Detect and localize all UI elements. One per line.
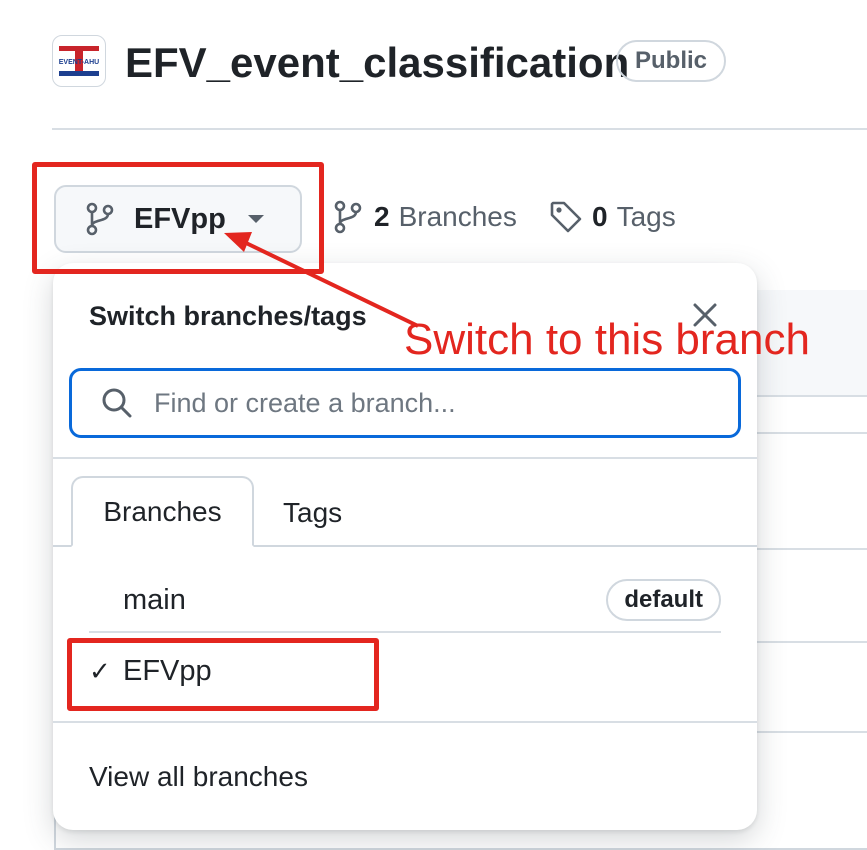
annotation-text: Switch to this branch [404,315,810,364]
annotation-arrow [224,232,419,328]
